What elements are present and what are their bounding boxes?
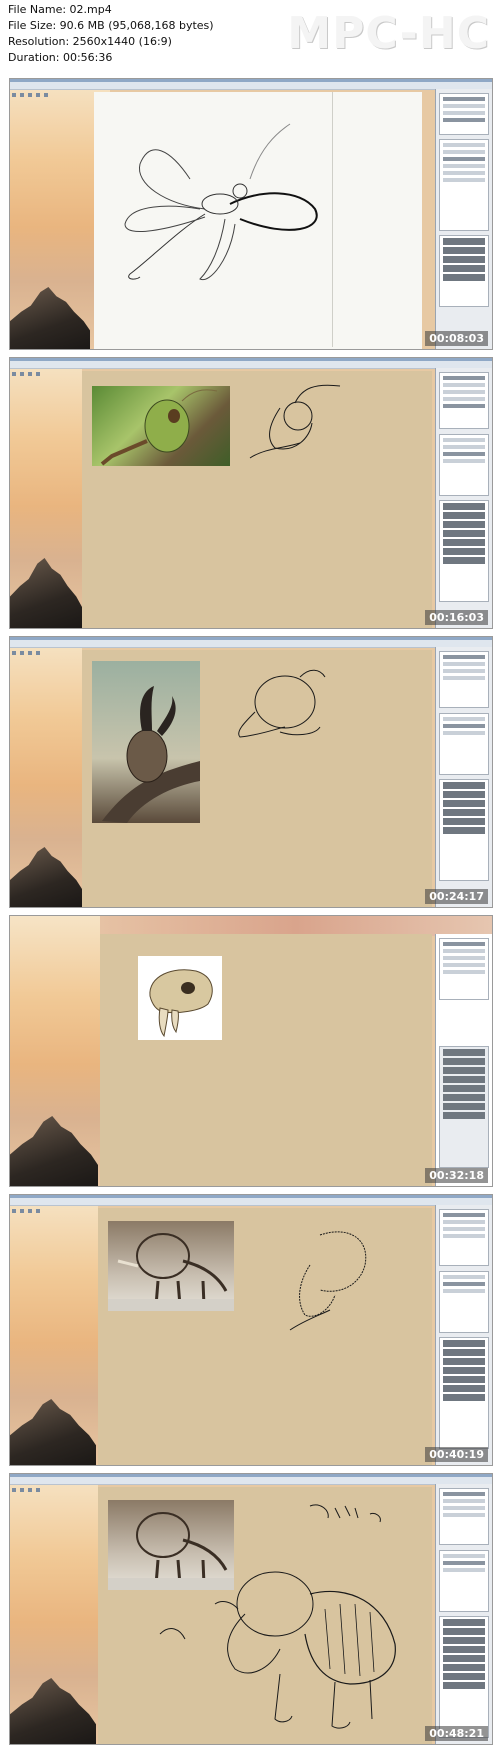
app-menubar <box>10 1477 492 1492</box>
file-size: File Size: 90.6 MB (95,068,168 bytes) <box>8 19 214 32</box>
video-thumbnail-1[interactable]: 00:08:03 <box>9 78 493 350</box>
timestamp: 00:08:03 <box>425 331 488 346</box>
beetle-sketch <box>238 669 326 738</box>
app-menubar <box>10 82 492 97</box>
beetle-reference-image <box>92 661 200 823</box>
photoshop-panels <box>435 647 492 907</box>
triceratops-sketch <box>289 1231 367 1331</box>
mpc-hc-logo: MPC-HC <box>287 8 490 59</box>
grasshopper-reference-image <box>92 386 230 466</box>
duration: Duration: 00:56:36 <box>8 51 113 64</box>
video-thumbnail-2[interactable]: 00:16:03 <box>9 357 493 629</box>
photoshop-panels <box>435 1205 492 1465</box>
file-info: File Name: 02.mp4 File Size: 90.6 MB (95… <box>8 2 214 66</box>
timestamp: 00:48:21 <box>425 1726 488 1741</box>
timestamp: 00:32:18 <box>425 1168 488 1183</box>
video-thumbnail-5[interactable]: 00:40:19 <box>9 1194 493 1466</box>
timestamp: 00:24:17 <box>425 889 488 904</box>
creature-sketch <box>159 1504 396 1729</box>
photoshop-panels <box>435 368 492 628</box>
photoshop-panels <box>435 934 492 1186</box>
video-thumbnail-4[interactable]: 00:32:18 <box>9 915 493 1187</box>
dragonfly-sketch <box>124 123 318 281</box>
video-thumbnail-6[interactable]: 00:48:21 <box>9 1473 493 1745</box>
resolution: Resolution: 2560x1440 (16:9) <box>8 35 172 48</box>
sabertooth-skull-reference <box>138 956 222 1040</box>
app-menubar <box>10 640 492 655</box>
desktop-strip <box>100 916 492 936</box>
video-thumbnail-3[interactable]: 00:24:17 <box>9 636 493 908</box>
timestamp: 00:16:03 <box>425 610 488 625</box>
photoshop-panels <box>435 1484 492 1744</box>
file-name: File Name: 02.mp4 <box>8 3 112 16</box>
app-menubar <box>10 361 492 376</box>
app-menubar <box>10 1198 492 1213</box>
grasshopper-sketch <box>249 384 341 459</box>
photoshop-panels <box>435 89 492 349</box>
triceratops-skeleton-reference <box>108 1221 234 1311</box>
timestamp: 00:40:19 <box>425 1447 488 1462</box>
